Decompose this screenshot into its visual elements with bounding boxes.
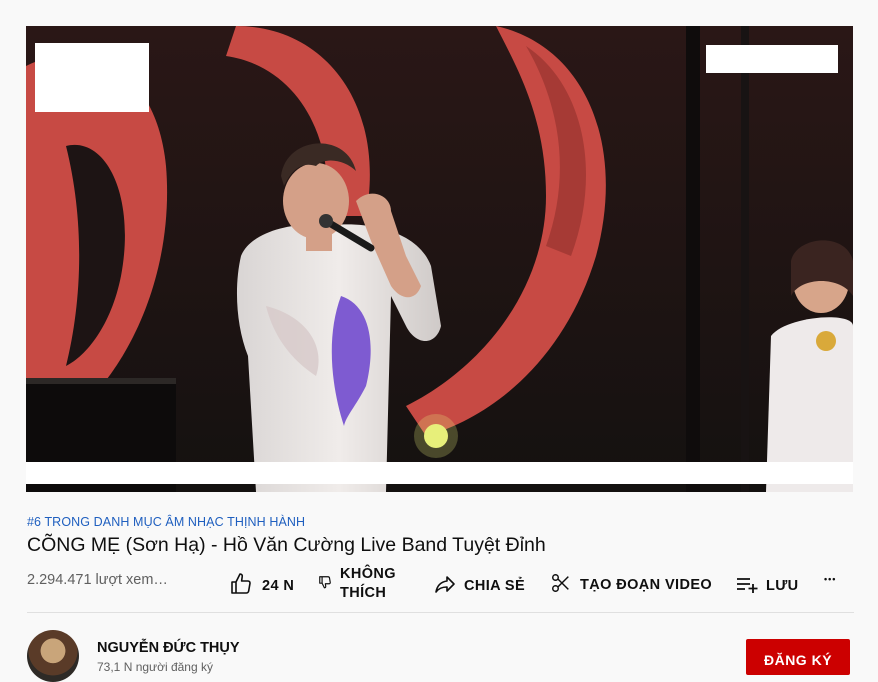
clip-button[interactable]: TẠO ĐOẠN VIDEO	[550, 572, 712, 598]
playlist-add-icon	[735, 572, 759, 600]
dislike-label-line1: KHÔNG	[340, 566, 396, 582]
clip-label: TẠO ĐOẠN VIDEO	[580, 577, 713, 593]
video-frame	[26, 26, 853, 492]
channel-name[interactable]: NGUYỄN ĐỨC THỤY	[97, 640, 240, 656]
thumbs-up-icon	[229, 572, 253, 600]
divider	[27, 612, 854, 613]
more-actions-button[interactable]: •••	[824, 574, 836, 584]
video-title: CÕNG MẸ (Sơn Hạ) - Hồ Văn Cường Live Ban…	[27, 534, 546, 556]
subscribe-button[interactable]: ĐĂNG KÝ	[746, 639, 850, 675]
share-label: CHIA SẺ	[464, 578, 526, 594]
video-player[interactable]	[26, 26, 853, 492]
like-button[interactable]: 24 N	[229, 572, 294, 600]
share-icon	[433, 572, 457, 600]
save-label: LƯU	[766, 578, 799, 594]
more-icon: •••	[824, 574, 837, 584]
progress-bar[interactable]	[26, 462, 853, 484]
action-bar: 24 N KHÔNG THÍCH CHIA SẺ TẠO ĐOẠN VIDEO …	[0, 560, 878, 610]
channel-avatar[interactable]	[27, 630, 79, 682]
subscriber-count: 73,1 N người đăng ký	[97, 660, 213, 674]
dislike-label-line2: THÍCH	[340, 585, 387, 601]
share-button[interactable]: CHIA SẺ	[433, 572, 525, 600]
trending-hashtag-link[interactable]: #6 TRONG DANH MỤC ÂM NHẠC THỊNH HÀNH	[27, 515, 305, 529]
save-button[interactable]: LƯU	[735, 572, 799, 600]
scissors-icon	[550, 572, 572, 598]
dislike-label: KHÔNG THÍCH	[340, 565, 396, 603]
dislike-button[interactable]: KHÔNG THÍCH	[318, 565, 396, 603]
overlay-block-left	[35, 43, 149, 112]
overlay-block-right	[706, 45, 838, 73]
thumbs-down-icon	[318, 575, 332, 593]
like-count: 24 N	[262, 578, 295, 594]
